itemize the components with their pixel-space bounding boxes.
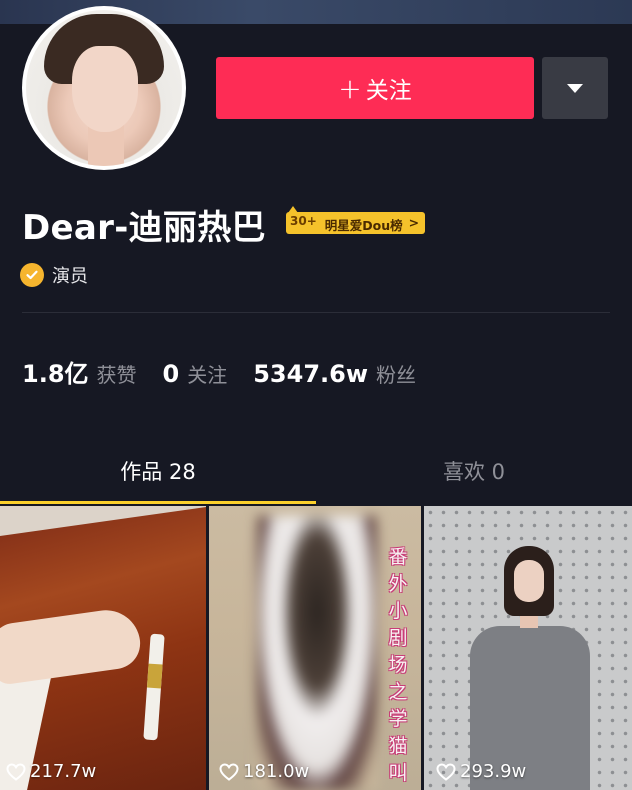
avatar-photo [26, 10, 182, 166]
divider [22, 312, 610, 313]
video-likes: 217.7w [6, 761, 96, 782]
follow-label: 关注 [365, 78, 412, 104]
likes-count: 1.8亿 [22, 360, 89, 388]
verified-label: 演员 [52, 266, 88, 287]
video-grid: 217.7w 番外小剧场之学猫叫 181.0w 293.9w [0, 506, 632, 790]
likes-label: 获赞 [96, 363, 137, 387]
caret-down-icon [567, 83, 583, 93]
video-overlay-text: 番外小剧场之学猫叫 [388, 546, 408, 784]
following-count[interactable]: 0 [163, 360, 180, 388]
followers-label[interactable]: 粉丝 [376, 359, 416, 388]
verification-row: 演员 [20, 262, 88, 288]
avatar[interactable] [22, 6, 186, 170]
content-tabs: 作品 28 喜欢 0 [0, 440, 632, 504]
rank-label: 明星爱Dou榜 > [320, 212, 426, 234]
rank-badge[interactable]: 30+ 明星爱Dou榜 > [286, 206, 426, 235]
video-likes: 293.9w [436, 761, 526, 782]
more-dropdown-button[interactable] [542, 57, 608, 119]
video-thumbnail[interactable]: 番外小剧场之学猫叫 181.0w [209, 506, 421, 790]
stats-row: 1.8亿 获赞 0 关注 5347.6w 粉丝 [22, 354, 442, 389]
tab-likes[interactable]: 喜欢 0 [316, 440, 632, 502]
active-tab-indicator [0, 501, 316, 504]
heart-outline-icon [6, 762, 26, 781]
video-thumbnail[interactable]: 293.9w [424, 506, 632, 790]
tab-works[interactable]: 作品 28 [0, 440, 316, 502]
followers-count[interactable]: 5347.6w [253, 360, 368, 388]
video-thumbnail[interactable]: 217.7w [0, 506, 206, 790]
username: Dear-迪丽热巴 [22, 208, 266, 248]
following-label[interactable]: 关注 [187, 359, 227, 388]
chevron-right-icon: > [408, 215, 420, 230]
video-likes: 181.0w [219, 761, 309, 782]
follow-button[interactable]: + 关注 [216, 57, 534, 119]
plus-icon: + [338, 71, 362, 105]
verified-check-icon [20, 263, 44, 287]
heart-outline-icon [436, 762, 456, 781]
video-likes-count: 217.7w [30, 761, 97, 782]
rank-label-text: 明星爱Dou榜 [324, 218, 403, 233]
video-likes-count: 293.9w [460, 761, 527, 782]
rank-number: 30+ [286, 206, 321, 234]
video-likes-count: 181.0w [243, 761, 310, 782]
heart-outline-icon [219, 762, 239, 781]
